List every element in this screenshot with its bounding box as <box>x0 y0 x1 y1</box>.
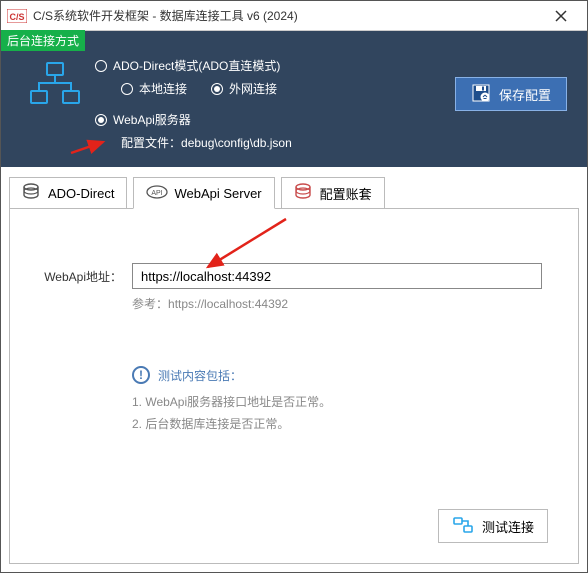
network-icon <box>27 61 87 110</box>
save-config-button[interactable]: 保存配置 <box>455 77 567 111</box>
tab-ado-direct[interactable]: ADO-Direct <box>9 177 127 209</box>
test-info-heading: ! 测试内容包括： <box>132 366 556 384</box>
save-button-label: 保存配置 <box>499 85 551 104</box>
tab-label: 配置账套 <box>320 184 372 203</box>
radio-remote[interactable]: 外网连接 <box>211 80 277 97</box>
radio-icon <box>121 83 133 95</box>
network-icon <box>452 516 474 537</box>
database-icon <box>22 183 42 204</box>
radio-icon <box>95 114 107 126</box>
radio-local[interactable]: 本地连接 <box>121 80 187 97</box>
database-stack-icon <box>294 183 314 204</box>
webapi-url-input[interactable] <box>132 263 542 289</box>
info-item: 1. WebApi服务器接口地址是否正常。 <box>132 392 556 414</box>
radio-label: 外网连接 <box>229 80 277 97</box>
config-file-line: 配置文件：debug\config\db.json <box>121 134 573 151</box>
webapi-url-row: WebApi地址： <box>32 263 556 289</box>
app-icon: C/S <box>7 8 27 24</box>
radio-label: WebApi服务器 <box>113 111 191 128</box>
tab-label: ADO-Direct <box>48 186 114 201</box>
save-icon <box>471 83 491 106</box>
webapi-url-hint: 参考：https://localhost:44392 <box>132 295 556 312</box>
test-info-block: ! 测试内容包括： 1. WebApi服务器接口地址是否正常。 2. 后台数据库… <box>132 366 556 435</box>
info-heading-text: 测试内容包括： <box>158 367 242 384</box>
radio-webapi[interactable]: WebApi服务器 <box>95 111 573 128</box>
config-label: 配置文件： <box>121 136 181 150</box>
tab-bar: ADO-Direct API WebApi Server 配置账套 <box>9 177 587 209</box>
api-icon: API <box>146 184 168 203</box>
test-button-label: 测试连接 <box>482 517 534 536</box>
panel-footer: 测试连接 <box>32 501 556 551</box>
radio-label: 本地连接 <box>139 80 187 97</box>
radio-ado-direct[interactable]: ADO-Direct模式(ADO直连模式) <box>95 57 573 74</box>
test-connection-button[interactable]: 测试连接 <box>438 509 548 543</box>
info-item: 2. 后台数据库连接是否正常。 <box>132 414 556 436</box>
window-title: C/S系统软件开发框架 - 数据库连接工具 v6 (2024) <box>33 7 541 24</box>
svg-text:C/S: C/S <box>9 12 24 22</box>
radio-icon <box>211 83 223 95</box>
info-icon: ! <box>132 366 150 384</box>
close-button[interactable] <box>541 2 581 30</box>
panel-badge: 后台连接方式 <box>1 30 85 51</box>
radio-label: ADO-Direct模式(ADO直连模式) <box>113 57 280 74</box>
config-path: debug\config\db.json <box>181 136 292 150</box>
svg-text:API: API <box>152 190 163 197</box>
radio-icon <box>95 60 107 72</box>
tab-account-config[interactable]: 配置账套 <box>281 177 385 209</box>
test-info-list: 1. WebApi服务器接口地址是否正常。 2. 后台数据库连接是否正常。 <box>132 392 556 435</box>
webapi-url-label: WebApi地址： <box>32 268 132 285</box>
tab-label: WebApi Server <box>174 186 261 201</box>
titlebar: C/S C/S系统软件开发框架 - 数据库连接工具 v6 (2024) <box>1 1 587 31</box>
connection-mode-panel: 后台连接方式 ADO-Direct模式(ADO直连模式) <box>1 31 587 167</box>
tab-webapi-server[interactable]: API WebApi Server <box>133 177 274 209</box>
tab-panel-webapi: WebApi地址： 参考：https://localhost:44392 ! 测… <box>9 208 579 564</box>
app-window: C/S C/S系统软件开发框架 - 数据库连接工具 v6 (2024) 后台连接… <box>0 0 588 573</box>
